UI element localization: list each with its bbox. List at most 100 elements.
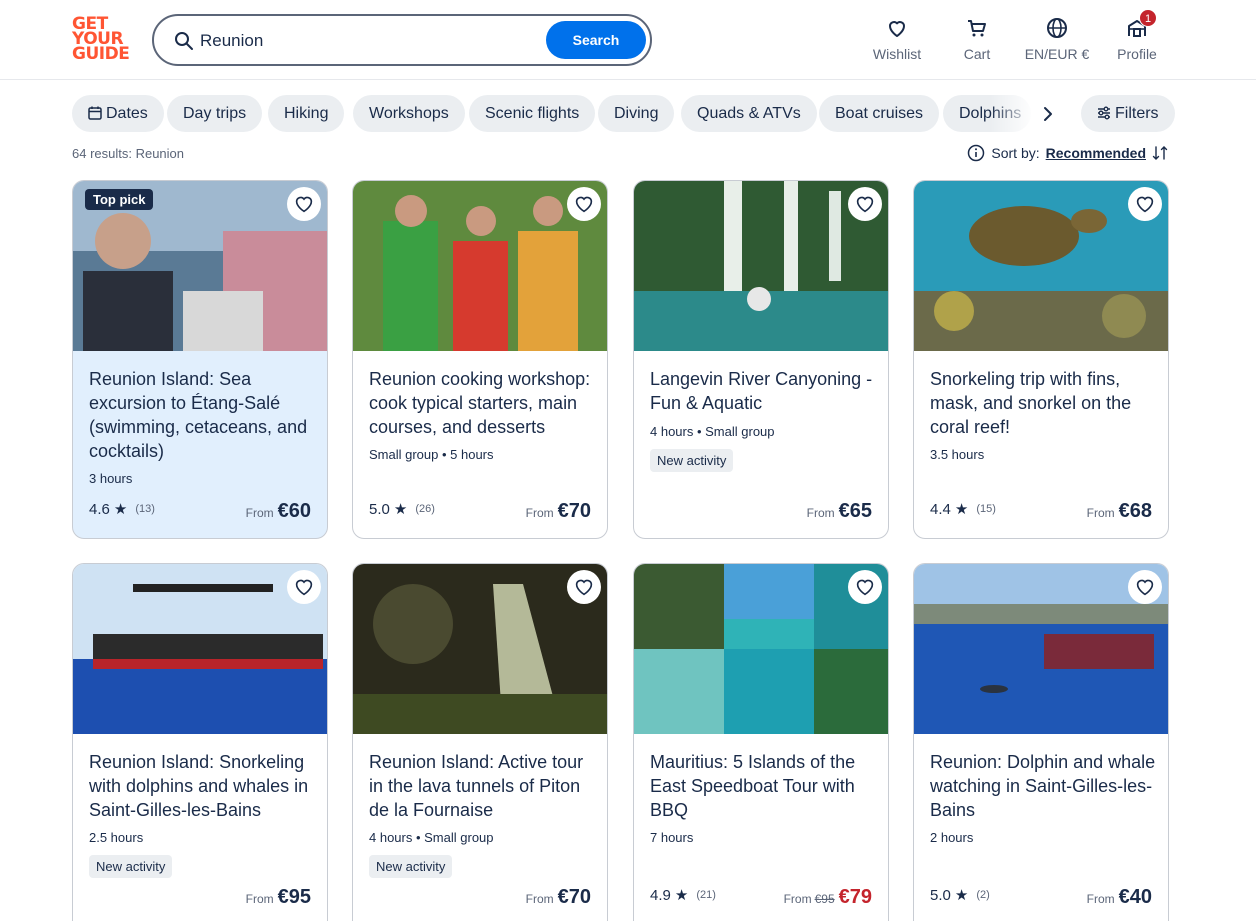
chip-diving[interactable]: Diving — [598, 95, 675, 132]
new-activity-badge: New activity — [650, 449, 734, 472]
add-to-wishlist-button[interactable] — [848, 570, 882, 604]
getyourguide-logo[interactable]: GET YOUR GUIDE — [72, 16, 132, 64]
activity-card[interactable]: Reunion cooking workshop: cook typical s… — [352, 180, 608, 539]
review-count: (2) — [976, 889, 990, 901]
info-icon[interactable] — [967, 144, 985, 162]
price: From €65 — [807, 500, 872, 523]
price-from: From — [1086, 892, 1115, 906]
activity-title[interactable]: Snorkeling trip with fins, mask, and sno… — [930, 367, 1156, 439]
add-to-wishlist-button[interactable] — [848, 187, 882, 221]
sliders-icon — [1098, 106, 1110, 120]
sort-control[interactable]: Sort by: Recommended — [967, 144, 1168, 162]
add-to-wishlist-button[interactable] — [1128, 570, 1162, 604]
price-value: €70 — [557, 500, 591, 522]
price: From €70 — [526, 886, 591, 909]
activity-card[interactable]: Reunion Island: Active tour in the lava … — [352, 563, 608, 921]
sort-label: Sort by: — [991, 145, 1040, 161]
logo-line-3: GUIDE — [72, 44, 130, 64]
notification-badge: 1 — [1139, 9, 1157, 27]
chips-fade — [990, 95, 1036, 132]
new-activity-badge: New activity — [89, 855, 173, 878]
wishlist-label: Wishlist — [872, 46, 922, 62]
activity-meta: 3.5 hours — [930, 447, 985, 462]
language-currency-nav[interactable]: EN/EUR € — [1022, 14, 1092, 66]
activity-card[interactable]: Langevin River Canyoning - Fun & Aquatic… — [633, 180, 889, 539]
calendar-icon — [88, 106, 102, 120]
search-bar: Search — [152, 14, 652, 66]
activity-card[interactable]: Top pick Reunion Island: Sea excursion t… — [72, 180, 328, 539]
activity-meta: 3 hours — [89, 471, 133, 486]
profile-nav[interactable]: 1 Profile — [1115, 9, 1159, 66]
price: From €60 — [246, 500, 311, 523]
language-currency-label: EN/EUR € — [1024, 46, 1090, 62]
activity-title[interactable]: Reunion cooking workshop: cook typical s… — [369, 367, 595, 439]
rating-value: 5.0 — [369, 500, 390, 518]
sale-price: €79 — [838, 886, 872, 908]
add-to-wishlist-button[interactable] — [287, 187, 321, 221]
chip-workshops[interactable]: Workshops — [353, 95, 465, 132]
activity-meta: 2.5 hours — [89, 830, 144, 845]
search-button[interactable]: Search — [546, 21, 646, 59]
price: From €70 — [526, 500, 591, 523]
search-icon — [175, 32, 193, 50]
price-value: €60 — [277, 500, 311, 522]
chip-dates-label: Dates — [106, 105, 148, 122]
wishlist-nav[interactable]: Wishlist — [868, 14, 926, 66]
activity-card[interactable]: Mauritius: 5 Islands of the East Speedbo… — [633, 563, 889, 921]
chip-hiking[interactable]: Hiking — [268, 95, 345, 132]
add-to-wishlist-button[interactable] — [567, 570, 601, 604]
chip-scenic-flights[interactable]: Scenic flights — [469, 95, 596, 132]
price-value: €65 — [838, 500, 872, 522]
star-icon: ★ — [113, 501, 128, 518]
star-icon: ★ — [393, 501, 408, 518]
activity-title[interactable]: Reunion Island: Active tour in the lava … — [369, 750, 595, 822]
original-price: €95 — [814, 892, 835, 906]
sort-arrows-icon — [1152, 146, 1168, 160]
profile-label: Profile — [1117, 46, 1157, 62]
chip-dates[interactable]: Dates — [72, 95, 164, 132]
rating-value: 4.6 — [89, 500, 110, 518]
add-to-wishlist-button[interactable] — [287, 570, 321, 604]
chip-boat-cruises[interactable]: Boat cruises — [819, 95, 940, 132]
activity-title[interactable]: Reunion Island: Snorkeling with dolphins… — [89, 750, 315, 822]
activity-meta: Small group • 5 hours — [369, 447, 494, 462]
price-value: €40 — [1118, 886, 1152, 908]
chip-quads-atvs[interactable]: Quads & ATVs — [681, 95, 817, 132]
activity-card[interactable]: Reunion: Dolphin and whale watching in S… — [913, 563, 1169, 921]
chip-day-trips[interactable]: Day trips — [167, 95, 263, 132]
chevron-right-icon[interactable] — [1036, 100, 1060, 128]
rating-value: 5.0 — [930, 886, 951, 904]
activity-card[interactable]: Reunion Island: Snorkeling with dolphins… — [72, 563, 328, 921]
price-value: €95 — [277, 886, 311, 908]
price: From €95 €79 — [784, 886, 872, 909]
heart-icon — [295, 579, 313, 596]
rating: 5.0 ★ (26) — [369, 500, 435, 519]
add-to-wishlist-button[interactable] — [1128, 187, 1162, 221]
heart-icon — [856, 196, 874, 213]
star-icon: ★ — [674, 887, 689, 904]
activity-card[interactable]: Snorkeling trip with fins, mask, and sno… — [913, 180, 1169, 539]
price-from: From — [245, 892, 274, 906]
price: From €40 — [1087, 886, 1152, 909]
price-from: From — [525, 506, 554, 520]
search-input[interactable] — [200, 28, 540, 54]
activity-title[interactable]: Reunion Island: Sea excursion to Étang-S… — [89, 367, 315, 463]
activity-title[interactable]: Langevin River Canyoning - Fun & Aquatic — [650, 367, 876, 415]
cart-nav[interactable]: Cart — [955, 14, 999, 66]
heart-icon — [856, 579, 874, 596]
sort-value[interactable]: Recommended — [1046, 145, 1146, 161]
heart-icon — [1136, 579, 1154, 596]
rating-value: 4.9 — [650, 886, 671, 904]
activity-title[interactable]: Mauritius: 5 Islands of the East Speedbo… — [650, 750, 876, 822]
filters-label: Filters — [1115, 105, 1159, 122]
filters-button[interactable]: Filters — [1081, 95, 1175, 132]
cart-label: Cart — [963, 46, 991, 62]
heart-icon — [575, 196, 593, 213]
rating-value: 4.4 — [930, 500, 951, 518]
rating: 4.4 ★ (15) — [930, 500, 996, 519]
heart-icon — [889, 21, 905, 37]
rating: 5.0 ★ (2) — [930, 886, 990, 905]
cart-icon — [968, 20, 986, 37]
add-to-wishlist-button[interactable] — [567, 187, 601, 221]
activity-title[interactable]: Reunion: Dolphin and whale watching in S… — [930, 750, 1156, 822]
